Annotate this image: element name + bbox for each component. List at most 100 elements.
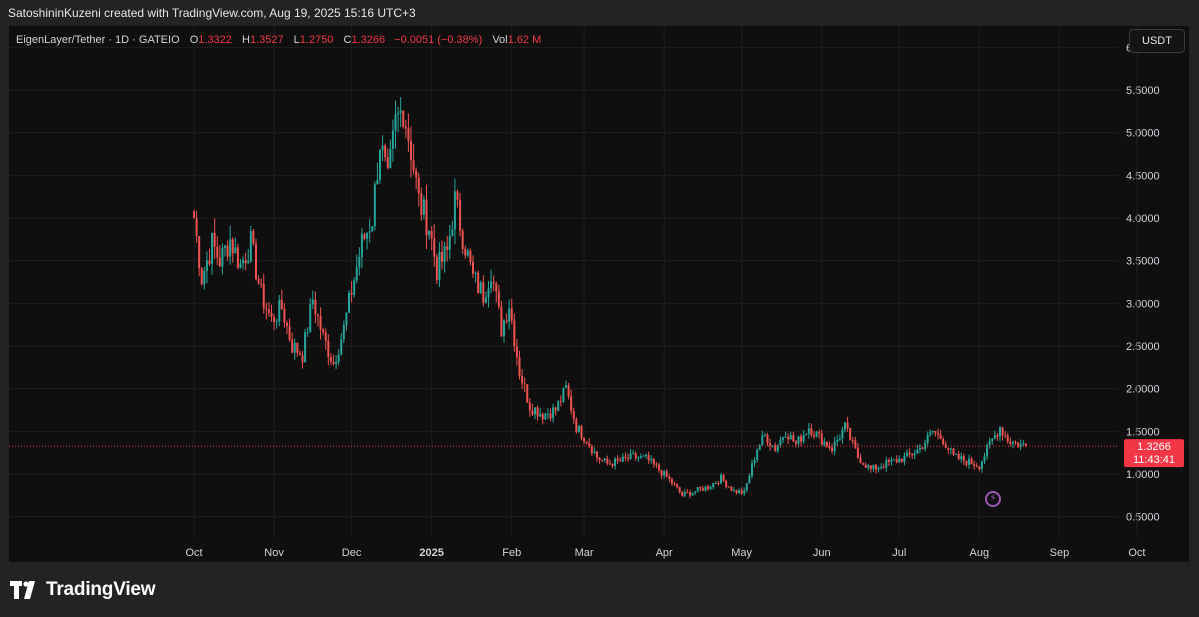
candle-body <box>882 466 885 468</box>
flash-icon[interactable]: ⚡ <box>985 491 1001 507</box>
candle-body <box>740 490 743 494</box>
close-value: 1.3266 <box>351 34 386 46</box>
candle-body <box>301 355 304 363</box>
candle-body <box>738 490 741 494</box>
candle-body <box>751 463 753 476</box>
candle-body <box>407 128 410 141</box>
candle-body <box>732 490 735 492</box>
candle-body <box>1004 435 1007 437</box>
candle-body <box>412 160 415 171</box>
candle-body <box>577 425 580 433</box>
candle-body <box>823 441 826 445</box>
candle-body <box>329 357 332 362</box>
candle-body <box>846 422 849 428</box>
candle-body <box>854 440 857 449</box>
candle-body <box>975 465 978 467</box>
candle-body <box>939 434 942 440</box>
candle-body <box>355 267 358 281</box>
candle-body <box>815 432 818 437</box>
candle-body <box>495 283 498 292</box>
candle-body <box>239 263 242 268</box>
candle-body <box>880 466 883 468</box>
candle-body <box>340 339 343 355</box>
candle-body <box>203 270 206 285</box>
candle-body <box>999 427 1001 437</box>
candle-body <box>794 441 797 444</box>
candle-body <box>993 435 996 439</box>
candle-body <box>353 280 356 295</box>
candle-body <box>836 439 839 442</box>
high-label: H <box>241 34 250 46</box>
candle-body <box>670 478 673 484</box>
candle-body <box>763 434 766 436</box>
candle-body <box>1011 441 1014 444</box>
candle-body <box>562 387 565 402</box>
candle-body <box>298 353 301 356</box>
candle-body <box>611 463 614 467</box>
candle-body <box>505 320 508 322</box>
candle-body <box>415 170 418 178</box>
candle-body <box>681 492 684 496</box>
candle-body <box>962 456 965 461</box>
candle-body <box>683 492 686 496</box>
candle-body <box>805 433 808 435</box>
candle-body <box>317 314 319 317</box>
candle-body <box>552 407 555 419</box>
candle-body <box>244 259 247 264</box>
chart-panel[interactable]: 6.00005.50005.00004.50004.00003.50003.00… <box>9 26 1189 562</box>
candle-body <box>696 487 699 492</box>
change-value: −0.0051 (−0.38%) <box>394 34 483 46</box>
candle-body <box>1009 441 1012 444</box>
candle-body <box>373 184 376 227</box>
candle-body <box>906 452 908 456</box>
candle-body <box>273 316 276 322</box>
candle-body <box>508 308 511 322</box>
candle-body <box>314 299 317 315</box>
candle-body <box>477 272 480 293</box>
candle-body <box>650 458 653 461</box>
candle-body <box>479 282 482 293</box>
candle-body <box>590 446 593 454</box>
currency-button[interactable]: USDT <box>1129 29 1185 53</box>
symbol-label[interactable]: EigenLayer/Tether · 1D · GATEIO <box>16 34 180 46</box>
candle-body <box>358 257 361 268</box>
candle-body <box>265 308 268 310</box>
candle-body <box>539 413 542 417</box>
x-tick-label: Oct <box>1128 547 1145 559</box>
candle-body <box>717 482 720 484</box>
candle-body <box>433 238 436 257</box>
candle-body <box>526 384 529 403</box>
candle-body <box>699 487 702 489</box>
x-tick-label: Apr <box>656 547 673 559</box>
candle-body <box>748 475 751 484</box>
x-tick-label: 2025 <box>419 547 443 559</box>
candle-body <box>725 480 728 487</box>
candle-body <box>867 465 870 468</box>
candle-body <box>921 447 924 449</box>
candle-body <box>756 449 759 461</box>
candle-body <box>707 486 710 489</box>
candle-body <box>957 453 960 460</box>
candle-body <box>428 230 431 236</box>
price-chart[interactable]: 6.00005.50005.00004.50004.00003.50003.00… <box>9 26 1189 562</box>
candle-body <box>735 490 738 494</box>
candle-body <box>404 126 407 129</box>
candle-body <box>565 385 567 388</box>
y-tick-label: 3.0000 <box>1126 298 1160 310</box>
candle-body <box>544 413 547 420</box>
candle-body <box>368 231 371 233</box>
candle-body <box>769 443 772 446</box>
candle-body <box>280 299 283 309</box>
x-tick-label: Sep <box>1050 547 1070 559</box>
candle-body <box>293 342 296 353</box>
candle-body <box>270 312 273 317</box>
candle-body <box>606 458 609 464</box>
candle-body <box>575 419 578 433</box>
candle-body <box>660 470 663 476</box>
candle-body <box>678 487 681 493</box>
candle-body <box>694 491 697 493</box>
candle-body <box>211 232 214 264</box>
candle-body <box>761 435 764 445</box>
candle-body <box>800 436 803 442</box>
x-tick-label: Nov <box>264 547 284 559</box>
